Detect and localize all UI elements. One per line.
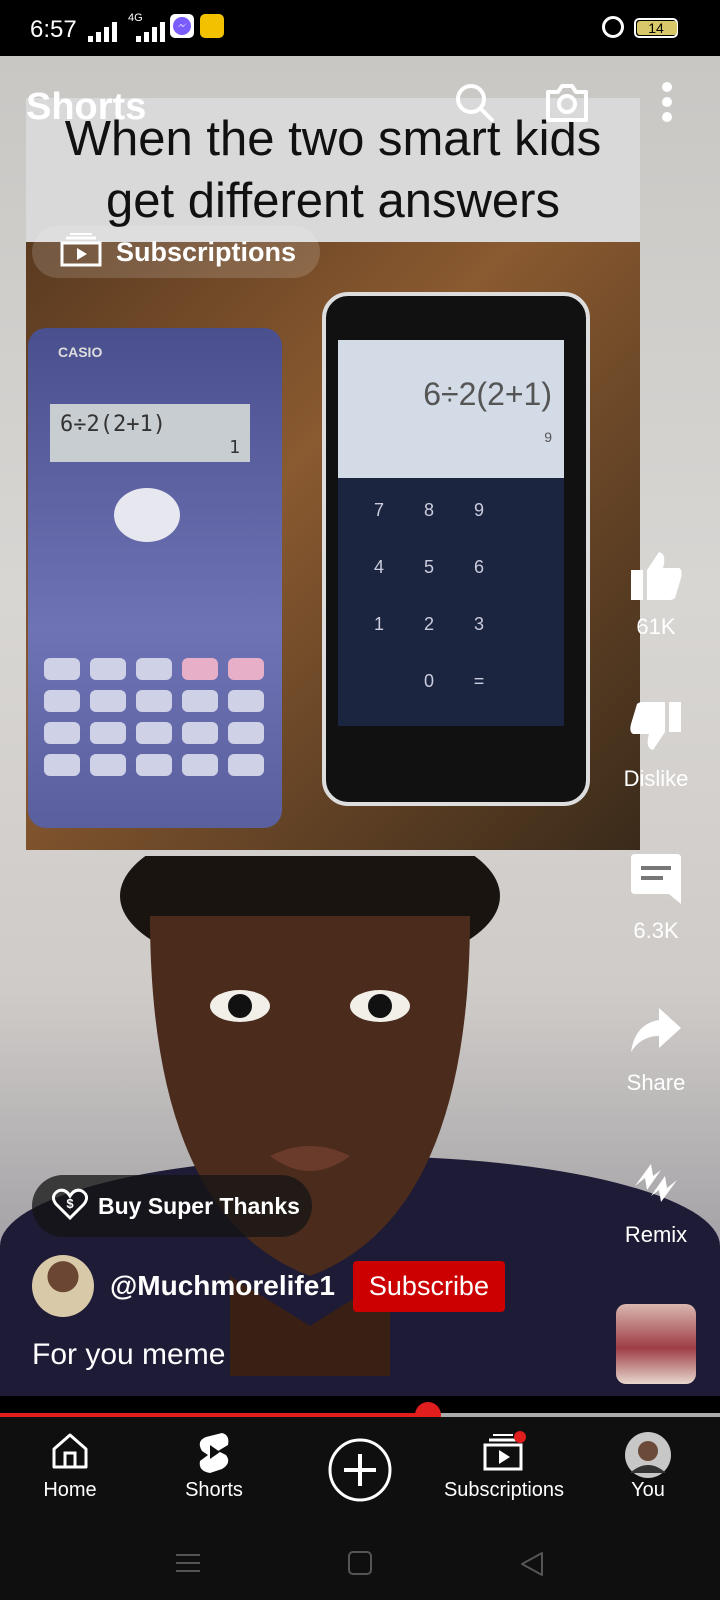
create-icon [327,1437,393,1508]
phone-result: 9 [544,429,552,445]
subscriptions-chip-label: Subscriptions [116,236,297,267]
phone-image: 6÷2(2+1) 9 7 8 9 4 5 6 1 2 3 0 = [322,292,590,806]
meme-photo: CASIO 6÷2(2+1) 1 6÷2(2+1) 9 7 8 9 4 5 6 … [26,242,640,850]
remix-button[interactable]: Remix [606,1156,706,1248]
share-button[interactable]: Share [606,1004,706,1096]
phone-key: 6 [473,557,484,577]
home-icon [50,1431,90,1476]
nav-you-label: You [631,1479,665,1501]
comment-count: 6.3K [633,918,679,943]
phone-key: = [473,671,485,691]
camera-icon[interactable] [544,80,590,129]
signal-icon-2 [136,20,165,42]
phone-display: 6÷2(2+1) 9 [338,340,564,478]
phone-key: 3 [473,614,484,634]
dislike-button[interactable]: Dislike [606,700,706,792]
menu-icon[interactable] [176,1551,200,1580]
notification-icon [200,14,224,38]
nav-subscriptions-label: Subscriptions [443,1479,565,1501]
back-icon[interactable] [520,1551,544,1582]
comments-button[interactable]: 6.3K [606,852,706,944]
calculator-brand: CASIO [58,344,103,360]
top-bar: Shorts [0,56,720,152]
subscriptions-chip-icon [60,232,102,272]
alarm-icon [602,16,624,38]
shorts-icon [196,1431,232,1478]
nav-create[interactable] [290,1417,430,1527]
nav-shorts[interactable]: Shorts [144,1417,284,1527]
search-icon[interactable] [452,80,496,129]
system-nav-bar [0,1527,720,1600]
share-label: Share [626,1070,686,1095]
phone-key: 5 [423,557,434,577]
phone-expression: 6÷2(2+1) [423,376,552,412]
remix-icon [635,1164,677,1202]
status-bar: 6:57 4G 14 [0,0,720,56]
phone-key: 0 [423,671,434,691]
nav-subscriptions[interactable]: Subscriptions [434,1417,574,1527]
phone-key: 8 [423,500,434,520]
battery-icon: 14 [634,18,678,38]
thumbs-down-icon [630,702,681,750]
video-description[interactable]: For you meme [32,1338,225,1372]
meme-caption-line2: get different answers [106,174,560,228]
like-count: 61K [636,614,676,639]
super-thanks-icon: $ [51,1188,89,1225]
phone-keypad: 7 8 9 4 5 6 1 2 3 0 = [354,500,504,692]
calculator: CASIO 6÷2(2+1) 1 [28,328,282,828]
super-thanks-label: Buy Super Thanks [98,1192,300,1219]
calculator-dpad [114,488,180,542]
avatar [624,1431,672,1484]
phone-key [354,671,404,692]
phone-screen: 6÷2(2+1) 9 7 8 9 4 5 6 1 2 3 0 = [338,340,564,726]
messenger-icon [170,14,194,38]
nav-home[interactable]: Home [0,1417,140,1527]
bottom-nav: Home Shorts Subscriptions You [0,1417,720,1527]
signal-icon [88,20,117,42]
more-vertical-icon[interactable] [660,80,674,129]
share-icon [631,1008,681,1052]
svg-text:$: $ [66,1196,74,1211]
phone-key: 1 [373,614,384,634]
like-button[interactable]: 61K [606,548,706,640]
subscriptions-chip[interactable]: Subscriptions [32,226,320,278]
home-square-icon[interactable] [348,1551,372,1580]
phone-key: 7 [373,500,384,520]
subscriptions-icon [481,1431,527,1478]
remix-label: Remix [624,1222,688,1247]
nav-home-label: Home [43,1479,97,1501]
calculator-expression: 6÷2(2+1) [60,412,166,437]
page-title: Shorts [26,86,147,128]
channel-avatar[interactable] [32,1255,94,1317]
nav-you[interactable]: You [578,1417,718,1527]
phone-key: 2 [423,614,434,634]
phone-key: 4 [373,557,384,577]
subscribe-button[interactable]: Subscribe [352,1260,505,1312]
comment-icon [631,854,681,904]
status-time: 6:57 [30,16,77,43]
calculator-result: 1 [229,437,240,458]
sound-thumbnail[interactable] [616,1304,696,1384]
dislike-label: Dislike [623,766,689,791]
calculator-screen: 6÷2(2+1) 1 [50,404,250,462]
phone-key: 9 [473,500,484,520]
calculator-keys [44,658,264,776]
meme-image: When the two smart kids get different an… [26,98,640,850]
battery-level: 14 [648,20,664,36]
buy-super-thanks-button[interactable]: $ Buy Super Thanks [32,1175,312,1237]
channel-handle[interactable]: @Muchmorelife1 [110,1270,335,1302]
channel-row: @Muchmorelife1 Subscribe [32,1254,505,1318]
nav-shorts-label: Shorts [185,1479,243,1501]
thumbs-up-icon [631,552,682,600]
